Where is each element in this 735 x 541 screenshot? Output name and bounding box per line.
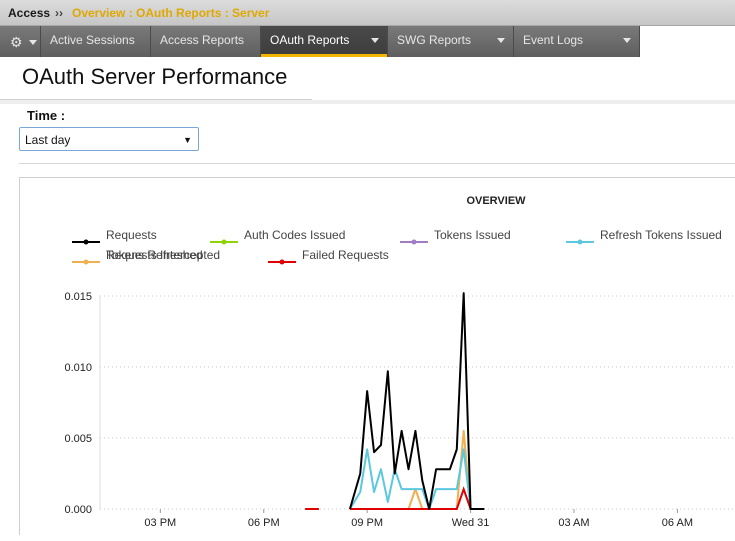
chart-title: OVERVIEW <box>466 195 526 207</box>
legend-item[interactable]: Requests <box>72 228 157 245</box>
breadcrumb-path[interactable]: Overview : OAuth Reports : Server <box>72 6 269 20</box>
chevron-down-icon <box>497 38 505 43</box>
tab-oauth-reports[interactable]: OAuth Reports <box>261 26 388 57</box>
legend-item[interactable]: Auth Codes Issued <box>210 228 345 245</box>
tab-swg-reports[interactable]: SWG Reports <box>388 26 514 57</box>
chevron-down-icon <box>623 38 631 43</box>
tab-label: Event Logs <box>523 33 584 47</box>
chevron-down-icon <box>371 38 379 43</box>
chart-grid <box>100 295 735 510</box>
legend-label: Failed Requests <box>302 248 389 262</box>
tab-access-reports[interactable]: Access Reports <box>151 26 261 57</box>
tab-label: Active Sessions <box>50 33 135 47</box>
nav-filler <box>640 26 735 57</box>
x-tick-label: 06 AM <box>662 517 693 529</box>
divider <box>0 100 735 104</box>
overview-chart: OVERVIEW Requests Auth Codes Issued Tokens… <box>64 195 735 529</box>
active-tab-indicator <box>261 54 387 57</box>
breadcrumb-bar: Access ›› Overview : OAuth Reports : Ser… <box>0 0 735 26</box>
legend-item[interactable]: Refresh Tokens Issued <box>566 228 722 245</box>
page-title: OAuth Server Performance <box>22 64 288 89</box>
x-tick-label: 03 PM <box>144 517 176 529</box>
time-range-select[interactable]: Last day ▼ <box>19 127 199 151</box>
chart-series <box>305 292 485 510</box>
divider <box>19 163 735 164</box>
x-tick-label: Wed 31 <box>452 517 490 529</box>
legend-marker <box>577 239 583 245</box>
y-tick-label: 0.000 <box>64 504 92 516</box>
x-axis: 03 PM 06 PM 09 PM Wed 31 03 AM 06 AM <box>144 509 693 529</box>
tab-event-logs[interactable]: Event Logs <box>514 26 640 57</box>
legend-label: Auth Codes Issued <box>244 228 345 242</box>
x-tick-label: 03 AM <box>558 517 589 529</box>
tab-label: Access Reports <box>160 33 245 47</box>
legend-marker <box>279 259 285 265</box>
app-name[interactable]: Access <box>8 6 50 20</box>
main-nav: ⚙ Active Sessions Access Reports OAuth R… <box>0 26 735 57</box>
series-line-requests <box>348 292 485 510</box>
legend-item[interactable]: Tokens Issued <box>400 228 511 245</box>
overview-chart-panel: OVERVIEW Requests Auth Codes Issued Tokens… <box>19 177 735 535</box>
legend-item[interactable]: Failed Requests <box>268 248 389 265</box>
tab-label: SWG Reports <box>397 33 472 47</box>
legend-label: Tokens Issued <box>434 228 511 242</box>
legend-label: Requests <box>106 228 157 242</box>
time-range-value: Last day <box>25 133 71 147</box>
legend-marker <box>83 259 89 265</box>
y-tick-label: 0.015 <box>64 291 92 303</box>
x-tick-label: 09 PM <box>351 517 383 529</box>
legend-label-overlap: Tokens Refreshed <box>106 248 203 262</box>
y-axis: 0.000 0.005 0.010 0.015 <box>64 291 101 516</box>
legend-marker <box>83 239 89 245</box>
tab-label: OAuth Reports <box>270 33 350 47</box>
legend-label: Refresh Tokens Issued <box>600 228 722 242</box>
dropdown-arrow-icon: ▼ <box>183 135 192 145</box>
settings-menu-button[interactable]: ⚙ <box>0 26 41 57</box>
legend-marker <box>411 239 417 245</box>
y-tick-label: 0.005 <box>64 433 92 445</box>
chevron-down-icon <box>29 40 37 45</box>
gear-icon: ⚙ <box>10 34 23 50</box>
y-tick-label: 0.010 <box>64 362 92 374</box>
tab-active-sessions[interactable]: Active Sessions <box>41 26 151 57</box>
x-tick-label: 06 PM <box>248 517 280 529</box>
time-label: Time : <box>27 108 66 123</box>
chart-legend: Requests Auth Codes Issued Tokens Issued Re… <box>72 228 722 265</box>
legend-marker <box>221 239 227 245</box>
breadcrumb-separator: ›› <box>55 6 63 20</box>
